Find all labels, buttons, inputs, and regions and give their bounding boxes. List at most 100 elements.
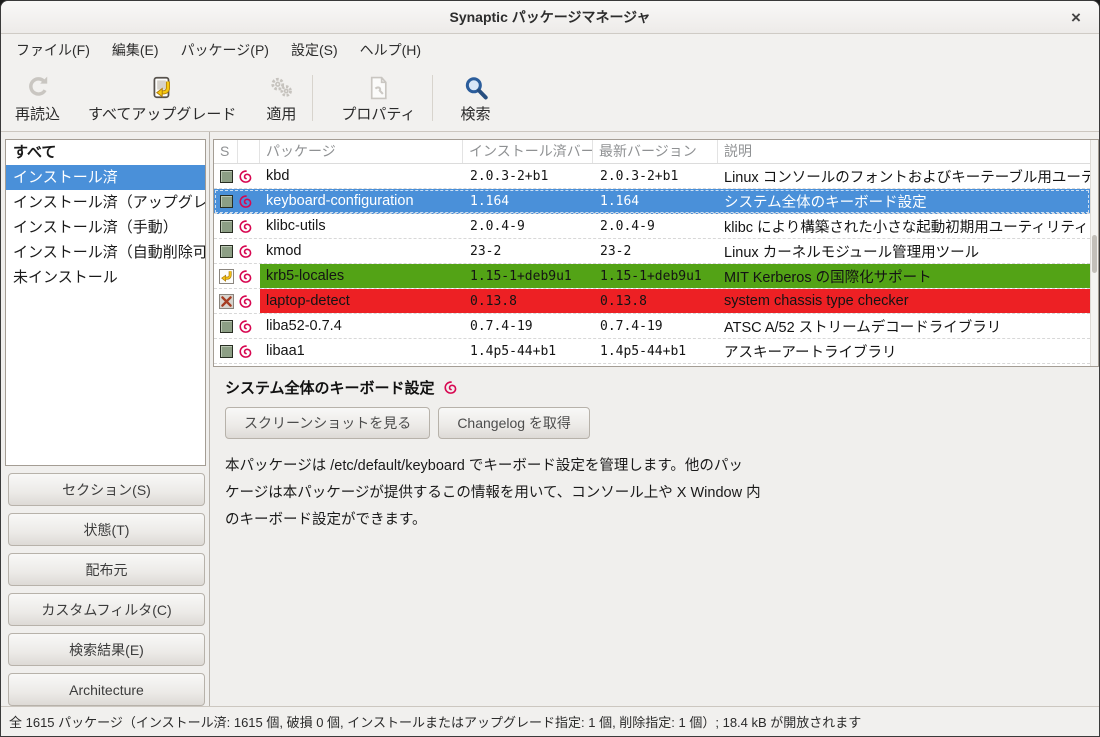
- toolbar-separator: [312, 75, 313, 121]
- status-cell: [214, 314, 238, 338]
- status-cell: [214, 339, 238, 363]
- get-changelog-button[interactable]: Changelog を取得: [438, 407, 590, 439]
- installed-version: 2.0.4-9: [463, 214, 593, 238]
- apply-button[interactable]: 適用: [260, 69, 302, 127]
- status-cell: [214, 189, 238, 213]
- category-button[interactable]: 検索結果(E): [8, 633, 205, 666]
- upgrade-all-button[interactable]: すべてアップグレード: [82, 69, 242, 127]
- debian-swirl-icon: [238, 189, 260, 213]
- column-header-supported[interactable]: [238, 140, 260, 163]
- category-button[interactable]: 状態(T): [8, 513, 205, 546]
- menu-package[interactable]: パッケージ(P): [170, 35, 280, 65]
- installed-version: 0.13.8: [463, 289, 593, 313]
- sidebar-filter-label: 未インストール: [13, 269, 118, 286]
- package-row[interactable]: kbd 2.0.3-2+b1 2.0.3-2+b1 Linux コンソールのフォ…: [214, 164, 1090, 189]
- status-installed-icon: [220, 245, 233, 258]
- column-header-status[interactable]: S: [214, 140, 238, 163]
- debian-swirl-icon: [238, 264, 260, 288]
- column-header-package[interactable]: パッケージ: [260, 140, 463, 163]
- package-row[interactable]: laptop-detect 0.13.8 0.13.8 system chass…: [214, 289, 1090, 314]
- properties-button[interactable]: プロパティ: [335, 69, 421, 127]
- details-description: 本パッケージは /etc/default/keyboard でキーボード設定を管…: [225, 453, 1087, 534]
- category-button[interactable]: カスタムフィルタ(C): [8, 593, 205, 626]
- toolbar-separator: [432, 75, 433, 121]
- status-installed-icon: [220, 170, 233, 183]
- main-area: すべて インストール済 インストール済（アップグレード可） インストール済（手動…: [1, 132, 1099, 706]
- latest-version: 23-2: [593, 239, 718, 263]
- debian-swirl-icon: [443, 380, 458, 395]
- status-cell: [214, 164, 238, 188]
- installed-version: 1.15-1+deb9u1: [463, 264, 593, 288]
- sidebar-filter-item[interactable]: インストール済: [6, 165, 205, 190]
- reload-label: 再読込: [15, 103, 60, 124]
- search-button[interactable]: 検索: [455, 69, 497, 127]
- installed-version: 2.0.3-2+b1: [463, 164, 593, 188]
- reload-button[interactable]: 再読込: [9, 69, 66, 127]
- debian-swirl-icon: [238, 289, 260, 313]
- installed-version: 0.7.4-19: [463, 314, 593, 338]
- properties-label: プロパティ: [341, 103, 415, 124]
- close-icon[interactable]: ×: [1063, 5, 1089, 31]
- category-button[interactable]: セクション(S): [8, 473, 205, 506]
- package-name: laptop-detect: [260, 289, 463, 313]
- properties-icon: [366, 73, 391, 101]
- installed-version: 1.164: [463, 189, 593, 213]
- package-row[interactable]: libaa1 1.4p5-44+b1 1.4p5-44+b1 アスキーアートライ…: [214, 339, 1090, 364]
- menu-edit[interactable]: 編集(E): [101, 35, 170, 65]
- sidebar-filter-item[interactable]: インストール済（手動）: [6, 215, 205, 240]
- status-remove-icon: [219, 294, 234, 309]
- category-buttons: セクション(S) 状態(T) 配布元 カスタムフィルタ(C) 検索結果(E) A…: [5, 466, 206, 706]
- latest-version: 1.164: [593, 189, 718, 213]
- category-button[interactable]: Architecture: [8, 673, 205, 706]
- package-description: ATSC A/52 ストリームデコードライブラリ: [718, 314, 1090, 338]
- status-installed-icon: [220, 320, 233, 333]
- apply-icon: [268, 73, 294, 101]
- package-description: アスキーアートライブラリ: [718, 339, 1090, 363]
- column-header-installed-version[interactable]: インストール済バージョン: [463, 140, 593, 163]
- latest-version: 0.7.4-19: [593, 314, 718, 338]
- latest-version: 0.13.8: [593, 289, 718, 313]
- debian-swirl-icon: [238, 239, 260, 263]
- view-screenshot-button[interactable]: スクリーンショットを見る: [225, 407, 430, 439]
- package-description: Linux コンソールのフォントおよびキーテーブル用ユーティリティ: [718, 164, 1090, 188]
- status-cell: [214, 239, 238, 263]
- vertical-scrollbar[interactable]: [1090, 140, 1098, 366]
- reload-icon: [25, 73, 51, 101]
- column-header-latest-version[interactable]: 最新バージョン: [593, 140, 718, 163]
- sidebar-filter-item[interactable]: すべて: [6, 140, 205, 165]
- status-summary: 全 1615 パッケージ（インストール済: 1615 個, 破損 0 個, イン…: [9, 712, 861, 731]
- window-title: Synaptic パッケージマネージャ: [450, 7, 651, 27]
- apply-label: 適用: [266, 103, 296, 124]
- upgrade-all-label: すべてアップグレード: [88, 103, 236, 124]
- debian-swirl-icon: [238, 314, 260, 338]
- package-row[interactable]: liba52-0.7.4 0.7.4-19 0.7.4-19 ATSC A/52…: [214, 314, 1090, 339]
- sidebar-filter-item[interactable]: インストール済（アップグレード可）: [6, 190, 205, 215]
- category-button[interactable]: 配布元: [8, 553, 205, 586]
- column-header-description[interactable]: 説明: [718, 140, 1090, 163]
- package-row[interactable]: kmod 23-2 23-2 Linux カーネルモジュール管理用ツール: [214, 239, 1090, 264]
- sidebar-filter-item[interactable]: インストール済（自動削除可能）: [6, 240, 205, 265]
- details-pane: システム全体のキーボード設定 スクリーンショットを見る Changelog を取…: [213, 367, 1099, 706]
- sidebar-filter-label: すべて: [13, 144, 56, 161]
- package-row[interactable]: klibc-utils 2.0.4-9 2.0.4-9 klibc により構築さ…: [214, 214, 1090, 239]
- titlebar: Synaptic パッケージマネージャ ×: [1, 1, 1099, 34]
- package-row[interactable]: krb5-locales 1.15-1+deb9u1 1.15-1+deb9u1…: [214, 264, 1090, 289]
- search-icon: [463, 73, 489, 101]
- toolbar: 再読込 すべてアップグレード: [1, 65, 1099, 132]
- description-line: ケージは本パッケージが提供するこの情報を用いて、コンソール上や X Window…: [225, 480, 1087, 507]
- details-title: システム全体のキーボード設定: [225, 377, 435, 398]
- package-name: kbd: [260, 164, 463, 188]
- menu-help[interactable]: ヘルプ(H): [349, 35, 432, 65]
- package-description: system chassis type checker: [718, 289, 1090, 313]
- package-description: システム全体のキーボード設定: [718, 189, 1090, 213]
- menu-file[interactable]: ファイル(F): [5, 35, 101, 65]
- sidebar-filter-label: インストール済: [13, 169, 118, 186]
- package-row[interactable]: keyboard-configuration 1.164 1.164 システム全…: [214, 189, 1090, 214]
- menu-settings[interactable]: 設定(S): [280, 35, 349, 65]
- sidebar-filter-label: インストール済（自動削除可能）: [13, 244, 205, 261]
- left-panel: すべて インストール済 インストール済（アップグレード可） インストール済（手動…: [1, 132, 210, 706]
- package-description: MIT Kerberos の国際化サポート: [718, 264, 1090, 288]
- sidebar-filter-item[interactable]: 未インストール: [6, 265, 205, 290]
- statusbar: 全 1615 パッケージ（インストール済: 1615 個, 破損 0 個, イン…: [1, 706, 1099, 736]
- scrollbar-thumb[interactable]: [1092, 235, 1097, 273]
